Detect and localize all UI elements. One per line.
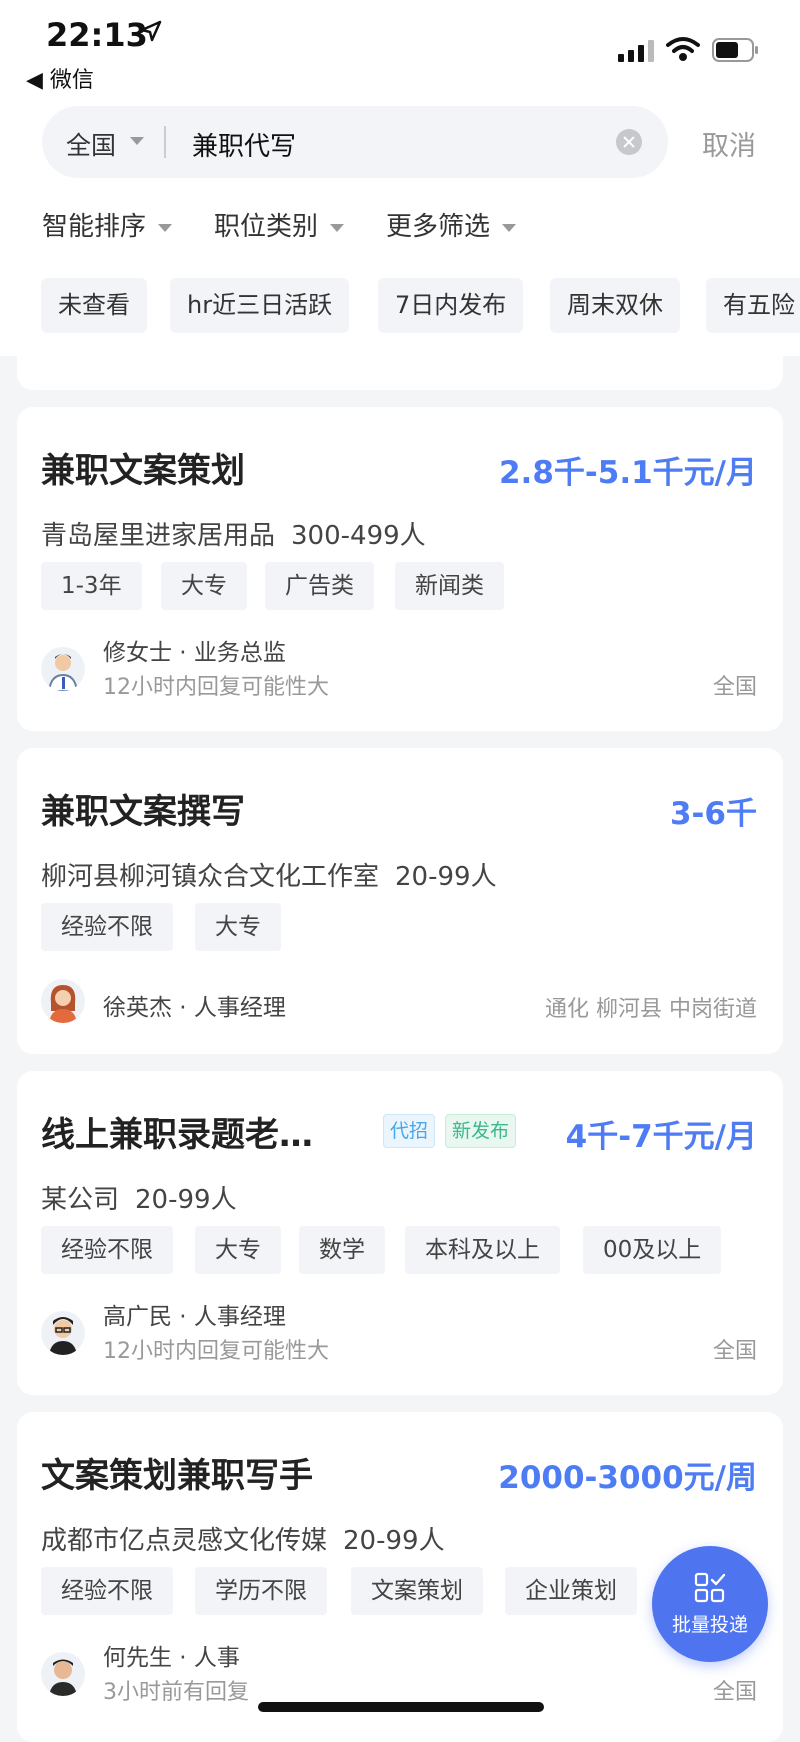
- job-tag: 大专: [195, 903, 281, 951]
- chevron-down-icon: [158, 223, 173, 232]
- more-filter[interactable]: 更多筛选: [386, 206, 517, 243]
- job-card[interactable]: 线上兼职录题老… 代招 新发布 4千-7千元/月 某公司 20-99人 经验不限 …: [17, 1071, 783, 1395]
- job-title: 文案策划兼职写手: [41, 1456, 313, 1496]
- job-tag: 大专: [195, 1226, 281, 1274]
- wifi-icon: [666, 37, 700, 61]
- job-tag: 本科及以上: [405, 1226, 560, 1274]
- job-title: 兼职文案策划: [41, 451, 245, 491]
- job-salary: 4千-7千元/月: [565, 1119, 757, 1155]
- back-to-wechat[interactable]: ◀ 微信: [26, 62, 94, 94]
- header: 22:13 ◀ 微信 全国 兼职代写 取消 智能排序 职位类别 更多筛选 未查看…: [0, 0, 800, 356]
- status-time: 22:13: [46, 16, 148, 54]
- region-selector[interactable]: 全国: [66, 126, 116, 162]
- company-size: 20-99人: [395, 862, 497, 892]
- avatar: [41, 979, 85, 1023]
- company-info: 青岛屋里进家居用品 300-499人: [41, 515, 426, 552]
- company-info: 柳河县柳河镇众合文化工作室 20-99人: [41, 856, 497, 893]
- avatar: [41, 1652, 85, 1696]
- company-size: 20-99人: [343, 1526, 445, 1556]
- job-tag: 学历不限: [195, 1567, 327, 1615]
- recruiter-name: 高广民 · 人事经理: [103, 1304, 286, 1330]
- job-tag: 经验不限: [41, 903, 173, 951]
- batch-apply-button[interactable]: 批量投递: [652, 1546, 768, 1662]
- chip-hr-active[interactable]: hr近三日活跃: [170, 278, 350, 333]
- company-name: 成都市亿点灵感文化传媒: [41, 1526, 328, 1556]
- job-tag: 数学: [299, 1226, 385, 1274]
- agent-recruit-badge: 代招: [383, 1114, 436, 1148]
- chip-unviewed[interactable]: 未查看: [41, 278, 147, 333]
- job-card[interactable]: 兼职文案策划 2.8千-5.1千元/月 青岛屋里进家居用品 300-499人 1-…: [17, 407, 783, 731]
- battery-icon: [712, 38, 758, 62]
- job-tag: 新闻类: [395, 562, 504, 610]
- category-filter-label: 职位类别: [214, 212, 319, 242]
- job-tag: 大专: [161, 562, 247, 610]
- search-input[interactable]: 兼职代写: [192, 126, 296, 163]
- search-bar[interactable]: 全国 兼职代写: [42, 106, 668, 178]
- avatar: [41, 1311, 85, 1355]
- job-salary: 2.8千-5.1千元/月: [498, 455, 757, 491]
- category-filter[interactable]: 职位类别: [214, 206, 345, 243]
- recruiter-name: 徐英杰 · 人事经理: [103, 995, 286, 1021]
- job-salary: 3-6千: [669, 796, 757, 832]
- divider: [164, 126, 166, 158]
- reply-hint: 12小时内回复可能性大: [103, 1339, 329, 1364]
- more-filter-label: 更多筛选: [386, 212, 491, 242]
- company-name: 柳河县柳河镇众合文化工作室: [41, 862, 380, 892]
- company-size: 300-499人: [291, 521, 426, 551]
- avatar: [41, 647, 85, 691]
- chevron-down-icon: [130, 137, 144, 145]
- sort-filter-label: 智能排序: [42, 212, 147, 242]
- cancel-button[interactable]: 取消: [702, 124, 756, 163]
- job-location: 全国: [712, 1339, 757, 1364]
- job-tag: 经验不限: [41, 1567, 173, 1615]
- job-location: 全国: [712, 675, 757, 700]
- chevron-down-icon: [502, 223, 517, 232]
- company-name: 某公司: [41, 1185, 120, 1215]
- reply-hint: 12小时内回复可能性大: [103, 675, 329, 700]
- company-info: 成都市亿点灵感文化传媒 20-99人: [41, 1520, 445, 1557]
- job-tag: 经验不限: [41, 1226, 173, 1274]
- chip-recent[interactable]: 7日内发布: [378, 278, 524, 333]
- company-name: 青岛屋里进家居用品: [41, 521, 276, 551]
- home-indicator[interactable]: [258, 1702, 544, 1712]
- recruiter-name: 修女士 · 业务总监: [103, 640, 286, 666]
- job-location: 全国: [712, 1680, 757, 1705]
- job-tag: 1-3年: [41, 562, 142, 610]
- clear-icon[interactable]: [616, 129, 642, 155]
- new-post-badge: 新发布: [445, 1114, 517, 1148]
- reply-hint: 3小时前有回复: [103, 1680, 249, 1705]
- company-size: 20-99人: [135, 1185, 237, 1215]
- location-arrow-icon: [140, 20, 162, 42]
- job-tag: 文案策划: [351, 1567, 483, 1615]
- recruiter-name: 何先生 · 人事: [103, 1645, 240, 1671]
- sort-filter[interactable]: 智能排序: [42, 206, 173, 243]
- job-card[interactable]: 兼职文案撰写 3-6千 柳河县柳河镇众合文化工作室 20-99人 经验不限 大专 …: [17, 748, 783, 1054]
- chip-weekend[interactable]: 周末双休: [550, 278, 680, 333]
- batch-apply-label: 批量投递: [671, 1614, 748, 1636]
- batch-apply-icon: [694, 1572, 726, 1603]
- job-location: 通化 柳河县 中岗街道: [545, 997, 757, 1022]
- job-title: 线上兼职录题老…: [41, 1115, 313, 1155]
- job-tag: 广告类: [265, 562, 374, 610]
- chip-insurance[interactable]: 有五险: [706, 278, 800, 333]
- job-salary: 2000-3000元/周: [498, 1460, 757, 1496]
- job-title: 兼职文案撰写: [41, 792, 245, 832]
- chevron-down-icon: [330, 223, 345, 232]
- job-tag: 企业策划: [505, 1567, 637, 1615]
- job-tag: 00及以上: [583, 1226, 722, 1274]
- company-info: 某公司 20-99人: [41, 1179, 237, 1216]
- cellular-signal-icon: [618, 40, 654, 62]
